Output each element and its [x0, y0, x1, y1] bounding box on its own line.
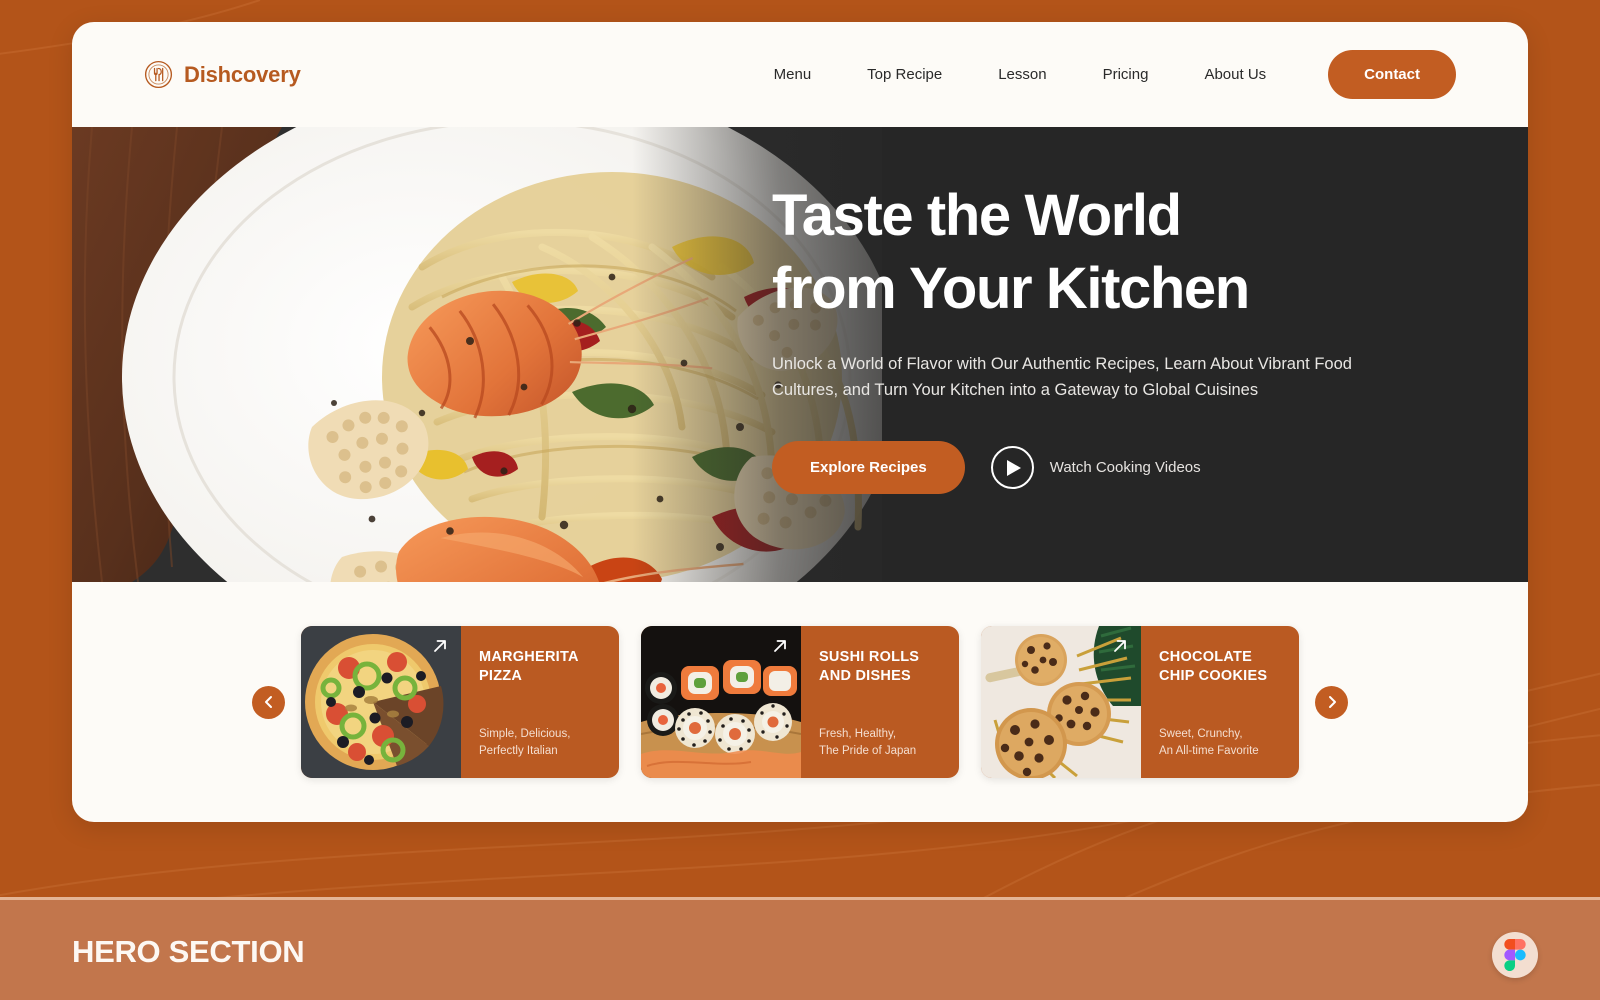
arrow-up-right-icon	[771, 637, 789, 655]
figma-logo-icon[interactable]	[1492, 932, 1538, 978]
recipe-desc-line1: Simple, Delicious,	[479, 727, 571, 740]
contact-button[interactable]: Contact	[1328, 50, 1456, 99]
cookies-photo	[981, 626, 1141, 778]
play-icon	[990, 446, 1034, 490]
carousel-prev-button[interactable]	[252, 685, 285, 719]
recipe-card-body: SUSHI ROLLS AND DISHES Fresh, Healthy, T…	[801, 626, 959, 778]
watch-videos-label: Watch Cooking Videos	[1049, 459, 1201, 477]
hero-actions: Explore Recipes Watch Cooking Videos	[772, 441, 1412, 495]
hero-title-line1: Taste the World	[772, 183, 1182, 248]
arrow-up-right-icon	[431, 637, 449, 655]
nav-link-top-recipe[interactable]: Top Recipe	[839, 58, 970, 91]
brand-logo[interactable]: Dishcovery	[144, 60, 301, 89]
recipe-desc-line1: Sweet, Crunchy,	[1159, 727, 1243, 740]
arrow-up-right-icon	[1111, 637, 1129, 655]
navbar: Dishcovery Menu Top Recipe Lesson Pricin…	[72, 22, 1528, 127]
recipe-card-title: SUSHI ROLLS AND DISHES	[819, 649, 920, 685]
hero-food-image	[72, 127, 882, 582]
nav-link-about-us[interactable]: About Us	[1176, 58, 1294, 91]
nav-links: Menu Top Recipe Lesson Pricing About Us …	[746, 50, 1456, 99]
recipe-cards: MARGHERITA PIZZA Simple, Delicious, Perf…	[301, 626, 1299, 778]
nav-link-lesson[interactable]: Lesson	[970, 58, 1074, 91]
nav-link-menu[interactable]: Menu	[746, 58, 840, 91]
brand-name: Dishcovery	[184, 61, 301, 87]
recipe-card-sushi[interactable]: SUSHI ROLLS AND DISHES Fresh, Healthy, T…	[641, 626, 959, 778]
recipe-desc-line2: Perfectly Italian	[479, 744, 558, 757]
recipe-card-cookies[interactable]: CHOCOLATE CHIP COOKIES Sweet, Crunchy, A…	[981, 626, 1299, 778]
hero-section: Taste the World from Your Kitchen Unlock…	[72, 127, 1528, 582]
website-mockup-card: Dishcovery Menu Top Recipe Lesson Pricin…	[72, 22, 1528, 822]
recipe-card-description: Simple, Delicious, Perfectly Italian	[479, 726, 603, 761]
chevron-right-icon	[1325, 695, 1339, 709]
recipe-card-title: CHOCOLATE CHIP COOKIES	[1159, 649, 1268, 685]
pizza-photo	[301, 626, 461, 778]
watch-cooking-videos-button[interactable]: Watch Cooking Videos	[990, 446, 1201, 490]
utensils-circle-icon	[144, 60, 173, 89]
hero-title: Taste the World from Your Kitchen	[772, 179, 1412, 325]
recipe-card-title: MARGHERITA PIZZA	[479, 649, 579, 685]
recipe-card-description: Sweet, Crunchy, An All-time Favorite	[1159, 726, 1283, 761]
recipe-desc-line1: Fresh, Healthy,	[819, 727, 897, 740]
explore-recipes-button[interactable]: Explore Recipes	[772, 441, 965, 495]
recipe-card-pizza[interactable]: MARGHERITA PIZZA Simple, Delicious, Perf…	[301, 626, 619, 778]
recipe-card-body: CHOCOLATE CHIP COOKIES Sweet, Crunchy, A…	[1141, 626, 1299, 778]
hero-section-label: HERO SECTION	[72, 934, 305, 969]
carousel-next-button[interactable]	[1315, 685, 1348, 719]
hero-subtitle: Unlock a World of Flavor with Our Authen…	[772, 355, 1352, 400]
hero-title-line2: from Your Kitchen	[772, 256, 1250, 322]
hero-content: Taste the World from Your Kitchen Unlock…	[772, 179, 1412, 495]
recipe-carousel: MARGHERITA PIZZA Simple, Delicious, Perf…	[72, 582, 1528, 822]
recipe-desc-line2: An All-time Favorite	[1159, 744, 1259, 757]
recipe-card-description: Fresh, Healthy, The Pride of Japan	[819, 726, 943, 761]
nav-link-pricing[interactable]: Pricing	[1075, 58, 1177, 91]
chevron-left-icon	[262, 695, 276, 709]
recipe-card-body: MARGHERITA PIZZA Simple, Delicious, Perf…	[461, 626, 619, 778]
recipe-desc-line2: The Pride of Japan	[819, 744, 917, 757]
sushi-photo	[641, 626, 801, 778]
